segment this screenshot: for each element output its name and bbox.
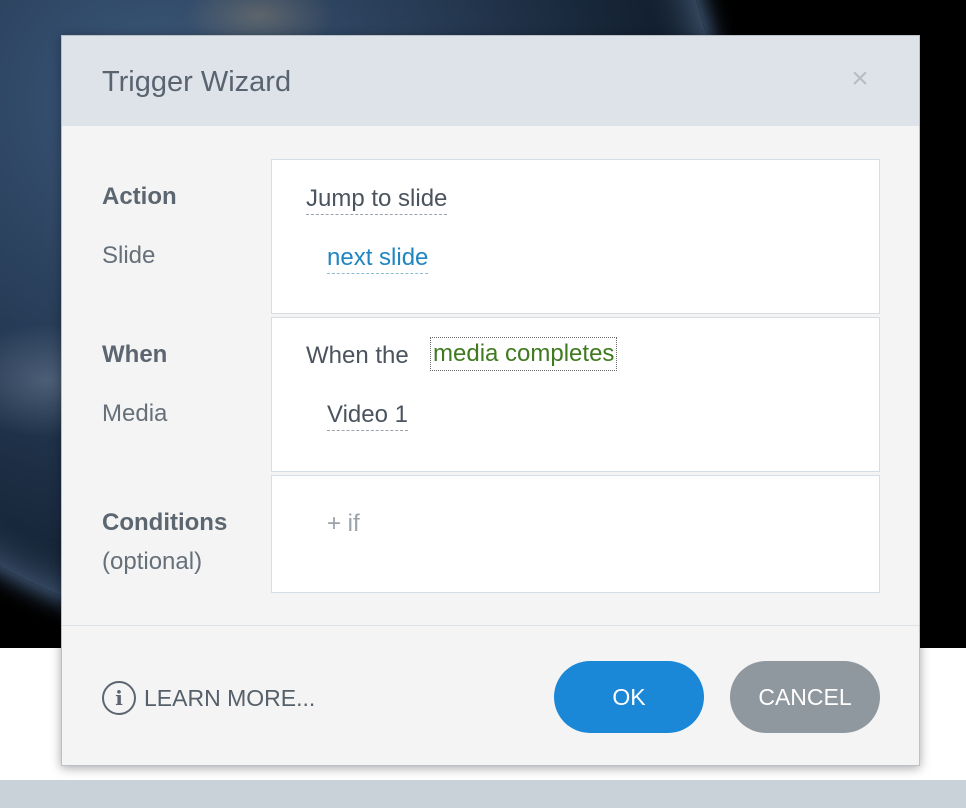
action-dropdown[interactable]: Jump to slide — [306, 184, 448, 215]
info-icon: i — [102, 681, 136, 715]
dialog-header: Trigger Wizard × — [62, 36, 919, 126]
action-label: Action — [102, 183, 177, 210]
learn-more-link[interactable]: i LEARN MORE... — [102, 679, 315, 717]
conditions-optional-label: (optional) — [102, 548, 203, 575]
trigger-wizard-dialog: Trigger Wizard × Action Slide Jump to sl… — [61, 35, 920, 766]
action-box: Jump to slide next slide — [271, 159, 880, 314]
ok-button[interactable]: OK — [554, 661, 704, 733]
event-dropdown[interactable]: media completes — [430, 337, 618, 371]
learn-more-label: LEARN MORE... — [144, 684, 316, 711]
when-label: When — [102, 341, 168, 368]
media-dropdown[interactable]: Video 1 — [327, 400, 408, 431]
media-label: Media — [102, 400, 168, 427]
footer-divider — [62, 625, 919, 626]
cancel-button[interactable]: CANCEL — [730, 661, 880, 733]
dialog-title: Trigger Wizard — [102, 66, 292, 98]
close-icon[interactable]: × — [845, 64, 875, 94]
add-condition-button[interactable]: + if — [327, 510, 360, 538]
conditions-label: Conditions — [102, 509, 228, 536]
conditions-box: + if — [271, 475, 880, 593]
when-prefix: When the — [306, 342, 409, 369]
slide-dropdown[interactable]: next slide — [327, 243, 429, 274]
when-box: When the media completes Video 1 — [271, 317, 880, 472]
slide-label: Slide — [102, 242, 156, 269]
background-status-bar — [0, 780, 966, 808]
